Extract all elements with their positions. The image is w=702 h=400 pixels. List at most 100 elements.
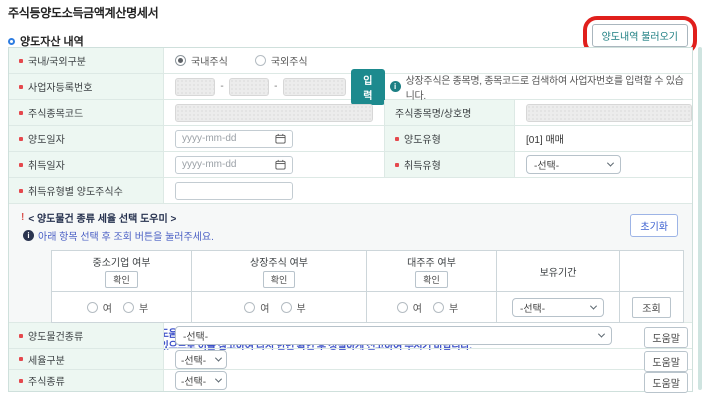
value-cell: -선택- 도움말	[164, 323, 692, 348]
calendar-icon	[275, 133, 286, 144]
dash-separator: -	[220, 81, 223, 92]
chevron-down-icon	[215, 376, 222, 383]
item-kind-select[interactable]: -선택-	[175, 326, 612, 345]
confirm-sme-button[interactable]: 확인	[105, 271, 138, 288]
business-number-input-3	[283, 78, 346, 96]
chevron-down-icon	[590, 302, 597, 309]
select-value: -선택-	[181, 373, 206, 388]
radio-label: 국내주식	[191, 53, 228, 68]
value-cell: yyyy-mm-dd	[164, 126, 384, 151]
label-acquisition-type: 취득유형	[404, 157, 441, 172]
label-cell: 사업자등록번호	[9, 74, 164, 99]
row-item-kind: 양도물건종류 -선택- 도움말	[9, 323, 692, 349]
share-count-input[interactable]	[175, 182, 293, 200]
value-cell: -선택- 도움말	[164, 349, 692, 369]
business-number-input-1	[175, 78, 215, 96]
label-cell: 양도물건종류	[9, 323, 164, 348]
radio-icon	[87, 302, 98, 313]
holding-period-select[interactable]: -선택-	[512, 298, 604, 317]
value-cell	[164, 100, 384, 125]
acquisition-type-select[interactable]: -선택-	[526, 155, 621, 174]
required-marker	[19, 357, 23, 361]
row-stock-code-name: 주식종목코드 주식종목명/상호명	[9, 100, 692, 126]
label-cell: 주식종류	[9, 370, 164, 391]
required-marker	[395, 137, 399, 141]
label-cell: 국내/국외구분	[9, 48, 164, 73]
value-cell: yyyy-mm-dd	[164, 152, 384, 177]
helper-hint-row: i 아래 항목 선택 후 조회 버튼을 눌러주세요.	[23, 228, 692, 243]
search-button[interactable]: 조회	[632, 297, 670, 318]
label-acquisition-date: 취득일자	[28, 157, 65, 172]
label-item-kind: 양도물건종류	[28, 328, 83, 343]
chevron-down-icon	[607, 160, 614, 167]
header-sme: 중소기업 여부 확인	[52, 251, 192, 291]
column-title: 대주주 여부	[407, 254, 456, 269]
row-stock-kind: 주식종류 -선택- 도움말	[9, 370, 692, 391]
radio-listed-no[interactable]: 부	[281, 300, 306, 315]
scrollbar[interactable]	[698, 47, 702, 390]
label-cell: 취득유형별 양도주식수	[9, 178, 164, 203]
radio-domestic-stock[interactable]: 국내주식	[175, 53, 228, 68]
radio-sme-no[interactable]: 부	[123, 300, 148, 315]
tax-rate-select[interactable]: -선택-	[175, 350, 227, 369]
radio-icon	[175, 55, 186, 66]
radio-label: 부	[297, 300, 306, 315]
cell-sme-radios: 여 부	[52, 292, 192, 322]
required-marker	[395, 163, 399, 167]
transfer-date-input[interactable]: yyyy-mm-dd	[175, 130, 293, 148]
required-marker	[19, 334, 23, 338]
confirm-listed-button[interactable]: 확인	[263, 271, 296, 288]
required-marker	[19, 137, 23, 141]
load-transfer-history-button[interactable]: 양도내역 불러오기	[592, 24, 688, 47]
chevron-down-icon	[215, 354, 222, 361]
radio-listed-yes[interactable]: 여	[244, 300, 269, 315]
required-marker	[19, 189, 23, 193]
select-value: -선택-	[534, 157, 559, 172]
radio-label: 국외주식	[271, 53, 308, 68]
value-cell: [01] 매매	[515, 126, 692, 151]
value-cell	[164, 178, 692, 203]
column-title: 보유기간	[540, 264, 577, 279]
required-marker	[19, 379, 23, 383]
label-stock-name: 주식종목명/상호명	[395, 105, 471, 120]
dash-separator: -	[274, 81, 277, 92]
value-cell: - - 입력 i 상장주식은 종목명, 종목코드로 검색하여 사업자번호를 입력…	[164, 74, 692, 99]
label-stock-kind: 주식종류	[28, 373, 65, 388]
acquisition-date-input[interactable]: yyyy-mm-dd	[175, 156, 293, 174]
help-item-kind-button[interactable]: 도움말	[644, 327, 688, 348]
stock-kind-select[interactable]: -선택-	[175, 371, 227, 390]
helper-title-row: ! < 양도물건 종류 세율 선택 도우미 >	[21, 210, 692, 225]
section-bullet-icon	[8, 38, 15, 45]
value-cell	[515, 100, 692, 125]
value-cell: -선택-	[515, 152, 692, 177]
help-tax-rate-button[interactable]: 도움말	[644, 351, 688, 372]
business-number-hint: 상장주식은 종목명, 종목코드로 검색하여 사업자번호를 입력할 수 있습니다.	[406, 72, 692, 102]
radio-major-no[interactable]: 부	[433, 300, 458, 315]
radio-label: 여	[103, 300, 112, 315]
help-stock-kind-button[interactable]: 도움말	[644, 372, 688, 393]
row-business-number: 사업자등록번호 - - 입력 i 상장주식은 종목명, 종목코드로 검색하여 사…	[9, 74, 692, 100]
radio-icon	[123, 302, 134, 313]
page: { "page": { "title": "주식등양도소득금액계산명세서" },…	[0, 0, 702, 400]
label-stock-code: 주식종목코드	[28, 105, 83, 120]
radio-sme-yes[interactable]: 여	[87, 300, 112, 315]
radio-icon	[244, 302, 255, 313]
tax-rate-helper-panel: ! < 양도물건 종류 세율 선택 도우미 > i 아래 항목 선택 후 조회 …	[9, 204, 692, 323]
chevron-down-icon	[598, 331, 605, 338]
helper-hint: 아래 항목 선택 후 조회 버튼을 눌러주세요.	[38, 228, 214, 243]
date-placeholder: yyyy-mm-dd	[182, 159, 236, 170]
label-transfer-date: 양도일자	[28, 131, 65, 146]
info-icon: i	[390, 81, 401, 92]
info-icon: i	[23, 230, 34, 241]
reset-button[interactable]: 초기화	[630, 214, 678, 237]
radio-label: 부	[139, 300, 148, 315]
cell-listed-radios: 여 부	[192, 292, 367, 322]
radio-icon	[281, 302, 292, 313]
cell-search: 조회	[620, 292, 683, 322]
radio-foreign-stock[interactable]: 국외주식	[255, 53, 308, 68]
transfer-type-value: [01] 매매	[526, 131, 564, 146]
radio-major-yes[interactable]: 여	[397, 300, 422, 315]
confirm-major-button[interactable]: 확인	[415, 271, 448, 288]
header-holding-period: 보유기간	[497, 251, 620, 291]
label-share-count: 취득유형별 양도주식수	[28, 183, 123, 198]
